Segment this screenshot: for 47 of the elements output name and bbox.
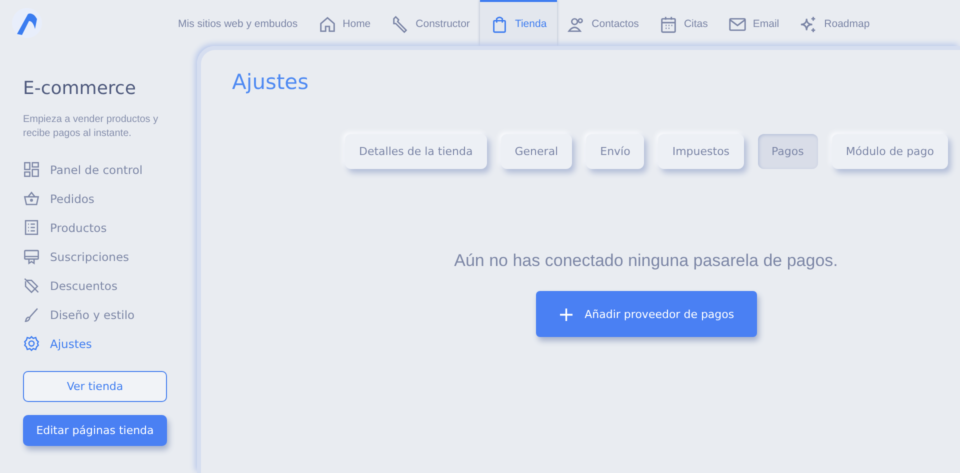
sidebar-item[interactable]: Pedidos (23, 184, 197, 213)
sidebar-description: Empieza a vender productos y recibe pagos al instante. (23, 113, 160, 141)
nav-tab[interactable]: Constructor (380, 0, 480, 46)
sidebar-item-label: Suscripciones (50, 250, 130, 264)
gear-icon (23, 335, 40, 352)
view-store-button[interactable]: Ver tienda (23, 371, 167, 402)
grid-icon (23, 161, 40, 178)
sidebar-item[interactable]: Diseño y estilo (23, 300, 197, 329)
monitor-icon (23, 248, 40, 265)
logo-icon (11, 7, 43, 39)
add-provider-button[interactable]: + Añadir proveedor de pagos (536, 291, 756, 337)
settings-tab[interactable]: Módulo de pago (832, 134, 948, 169)
nav-tab[interactable]: Tienda (480, 0, 557, 46)
nav-tab[interactable]: Email (718, 0, 790, 46)
brush-icon (23, 306, 40, 323)
list-icon (23, 219, 40, 236)
plus-icon: + (558, 304, 575, 324)
settings-tab[interactable]: Detalles de la tienda (344, 134, 487, 169)
empty-message: Aún no has conectado ninguna pasarela de pagos. (453, 251, 838, 271)
sidebar-item[interactable]: Productos (23, 213, 197, 242)
sidebar-item[interactable]: Descuentos (23, 271, 197, 300)
sidebar-item-label: Diseño y estilo (50, 308, 135, 322)
wrench-icon (390, 14, 410, 34)
settings-tab[interactable]: Pagos (758, 134, 818, 169)
settings-tab[interactable]: Envío (586, 134, 644, 169)
page-title: Ajustes (232, 70, 309, 94)
home-icon (318, 14, 337, 34)
nav-tab[interactable]: Contactos (556, 0, 649, 46)
sidebar-title: E-commerce (23, 78, 137, 99)
nav-tab[interactable]: Mis sitios web y embudos (168, 0, 308, 46)
tag-icon (23, 277, 40, 294)
nav-tab[interactable]: Home (308, 0, 381, 46)
sidebar-item-label: Panel de control (50, 162, 143, 176)
nav-tab[interactable]: Citas (648, 0, 718, 46)
nav-tab[interactable]: Roadmap (789, 0, 880, 46)
settings-tab[interactable]: General (500, 134, 572, 169)
settings-tab[interactable]: Impuestos (658, 134, 744, 169)
sidebar-item-label: Descuentos (50, 278, 118, 292)
sidebar-item-label: Productos (50, 220, 107, 234)
sidebar-item[interactable]: Suscripciones (23, 242, 197, 271)
sidebar-item-label: Ajustes (50, 336, 92, 350)
basket-icon (23, 190, 40, 207)
calendar-icon (658, 14, 678, 34)
edit-pages-button[interactable]: Editar páginas tienda (23, 415, 167, 446)
sidebar-item[interactable]: Ajustes (23, 329, 197, 358)
sidebar-item[interactable]: Panel de control (23, 155, 197, 184)
sidebar-item-label: Pedidos (50, 192, 94, 206)
